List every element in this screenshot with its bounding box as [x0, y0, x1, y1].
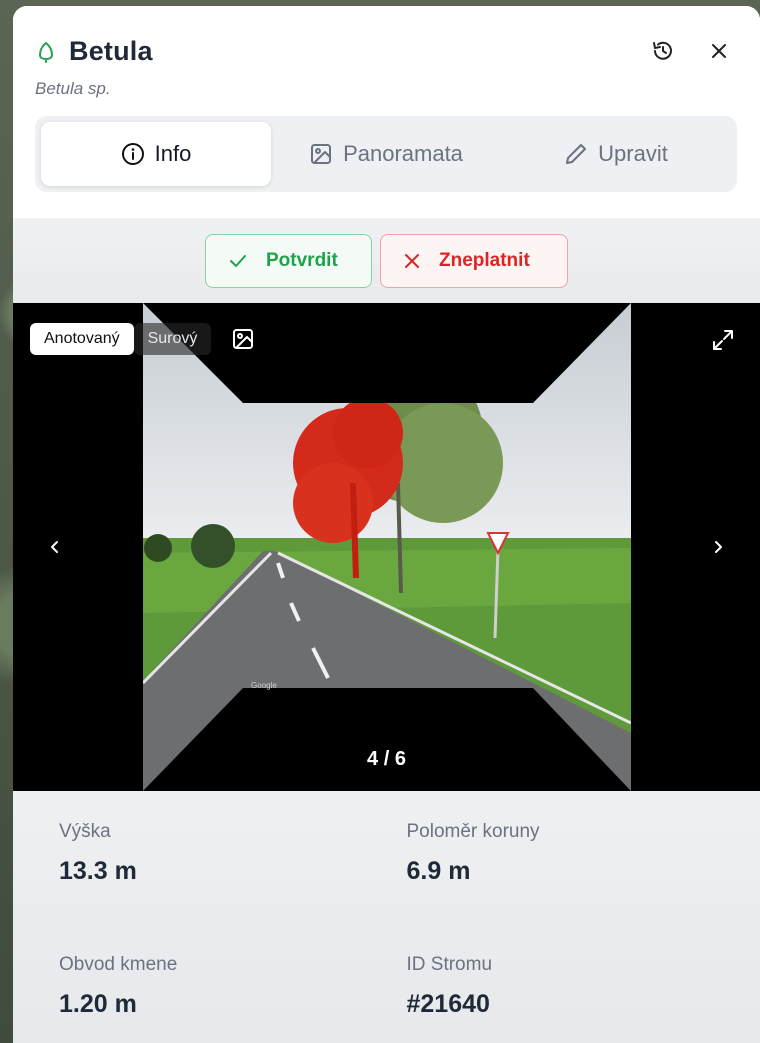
page-title: Betula: [69, 36, 153, 66]
image-counter: 4 / 6: [367, 748, 406, 770]
stat-trunk-circumference: Obvod kmene 1.20 m: [59, 954, 367, 1043]
tree-icon: [35, 40, 57, 64]
stat-label: Výška: [59, 821, 111, 842]
confirm-label: Potvrdit: [266, 249, 338, 271]
close-button[interactable]: [706, 38, 732, 64]
history-icon: [653, 41, 672, 60]
tab-bar: Info Panoramata Upravit: [35, 116, 737, 192]
panel-header: Betula Betula sp. Info Panoramata Upravi…: [13, 6, 760, 218]
stat-label: ID Stromu: [406, 954, 493, 975]
stat-height: Výška 13.3 m: [59, 821, 367, 916]
close-icon: [712, 44, 726, 58]
toggle-raw[interactable]: Surový: [133, 323, 212, 355]
image-mode-button[interactable]: [229, 325, 257, 353]
stat-tree-id: ID Stromu #21640: [407, 954, 715, 1043]
stat-value: 6.9 m: [406, 857, 471, 885]
chevron-right-icon: [715, 541, 722, 553]
stat-label: Obvod kmene: [59, 954, 178, 975]
previous-image-button[interactable]: [41, 533, 69, 561]
info-icon: [121, 143, 144, 165]
stat-label: Poloměr koruny: [406, 821, 540, 842]
tab-info[interactable]: Info: [41, 122, 271, 186]
tab-edit[interactable]: Upravit: [501, 122, 731, 186]
panorama-viewer[interactable]: Google Anotovaný Surový 4 / 6: [13, 303, 760, 791]
image-icon: [311, 144, 332, 164]
history-button[interactable]: [650, 38, 676, 64]
toggle-annotated[interactable]: Anotovaný: [30, 323, 134, 355]
chevron-left-icon: [51, 541, 58, 553]
stat-crown-radius: Poloměr koruny 6.9 m: [407, 821, 715, 916]
tab-panoramas[interactable]: Panoramata: [271, 122, 501, 186]
stat-value: 13.3 m: [59, 857, 137, 885]
fullscreen-button[interactable]: [710, 327, 738, 355]
pencil-icon: [566, 144, 587, 164]
tab-info-label: Info: [154, 141, 192, 166]
next-image-button[interactable]: [704, 533, 732, 561]
invalidate-label: Zneplatnit: [439, 249, 530, 271]
tree-detail-panel: Betula Betula sp. Info Panoramata Upravi…: [13, 6, 760, 1043]
x-icon: [405, 253, 419, 268]
validation-actions: Potvrdit Zneplatnit: [13, 218, 760, 303]
tree-stats: Výška 13.3 m Poloměr koruny 6.9 m Obvod …: [13, 791, 760, 1043]
panorama-image: Google: [143, 303, 631, 791]
tab-edit-label: Upravit: [598, 141, 668, 166]
invalidate-button[interactable]: Zneplatnit: [380, 233, 568, 288]
check-icon: [230, 254, 246, 267]
confirm-button[interactable]: Potvrdit: [205, 233, 372, 288]
stat-value: 1.20 m: [59, 990, 137, 1018]
expand-icon: [713, 330, 733, 350]
annotation-toggle: Anotovaný Surový: [30, 323, 257, 355]
image-icon: [233, 329, 254, 349]
tab-panoramas-label: Panoramata: [343, 141, 463, 166]
species-subtitle: Betula sp.: [35, 79, 111, 98]
watermark-text: Google: [251, 681, 277, 690]
stat-value: #21640: [406, 990, 490, 1018]
